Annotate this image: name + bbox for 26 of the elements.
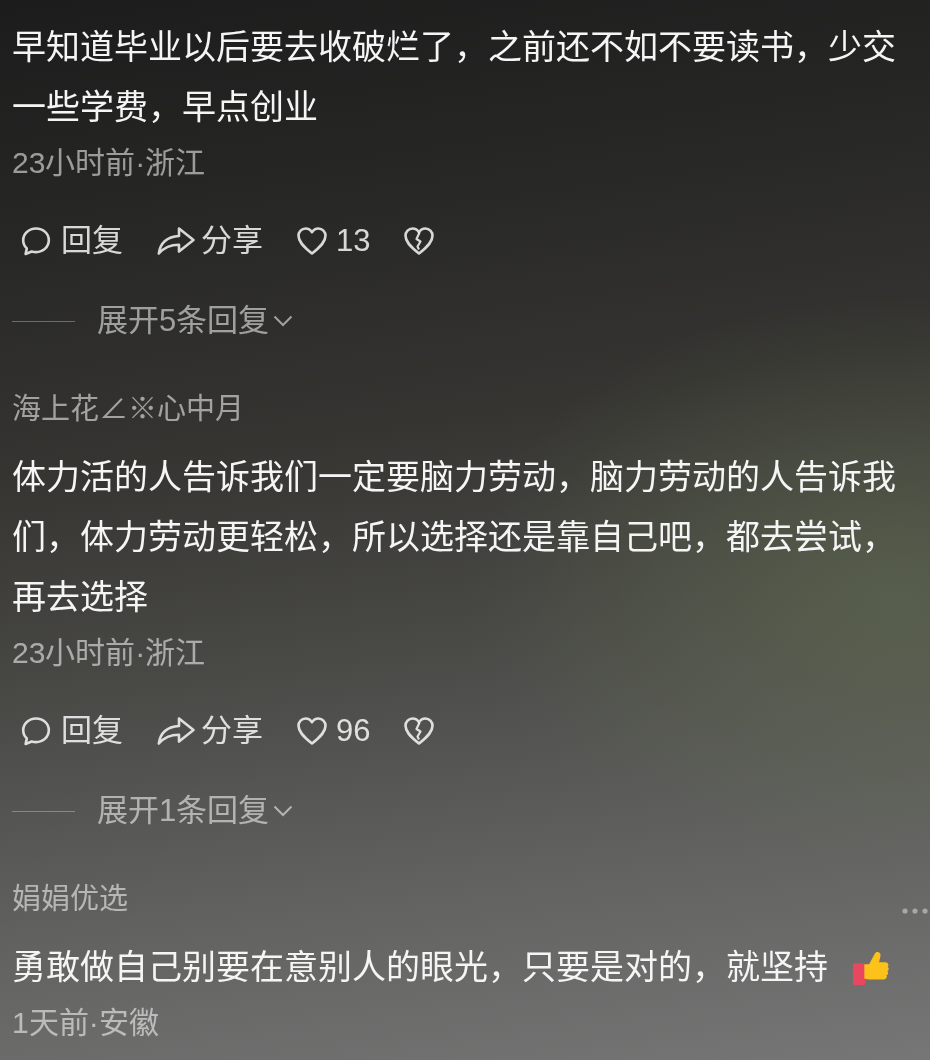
comment-text: 体力活的人告诉我们一定要脑力劳动，脑力劳动的人告诉我们，体力劳动更轻松，所以选择还是靠自己吧，都去尝试，再去选择 [12, 458, 896, 616]
share-button[interactable]: 分享 [156, 709, 263, 753]
comment-time-location: 23小时前·浙江 [12, 635, 207, 671]
share-icon [156, 226, 196, 256]
chevron-down-icon [273, 805, 294, 817]
reply-button[interactable]: 回复 [20, 219, 123, 263]
username: 娟娟优选 [12, 882, 128, 917]
expand-replies-button[interactable]: 展开5条回复 [97, 301, 294, 341]
dislike-button[interactable] [403, 226, 436, 256]
chevron-down-icon [273, 315, 294, 327]
broken-heart-icon [403, 226, 436, 256]
comment-time-location: 23小时前·浙江 [12, 145, 207, 181]
comment-bubble-icon [20, 715, 52, 747]
comment-text: 早知道毕业以后要去收破烂了，之前还不如不要读书，少交一些学费，早点创业 [12, 28, 896, 126]
comment-bubble-icon [20, 225, 52, 257]
share-icon [156, 716, 196, 746]
like-button[interactable]: 13 [296, 219, 371, 263]
expand-replies-button[interactable]: 展开1条回复 [97, 791, 294, 831]
dislike-button[interactable] [403, 716, 436, 746]
broken-heart-icon [403, 716, 436, 746]
like-button[interactable]: 96 [296, 709, 371, 753]
username: 海上花∠※心中月 [12, 392, 244, 427]
comment-time-location: 1天前·安徽 [12, 1005, 160, 1041]
reply-button[interactable]: 回复 [20, 709, 123, 753]
share-button[interactable]: 分享 [156, 219, 263, 263]
comment-text: 勇敢做自己别要在意别人的眼光，只要是对的，就坚持 [12, 948, 828, 986]
